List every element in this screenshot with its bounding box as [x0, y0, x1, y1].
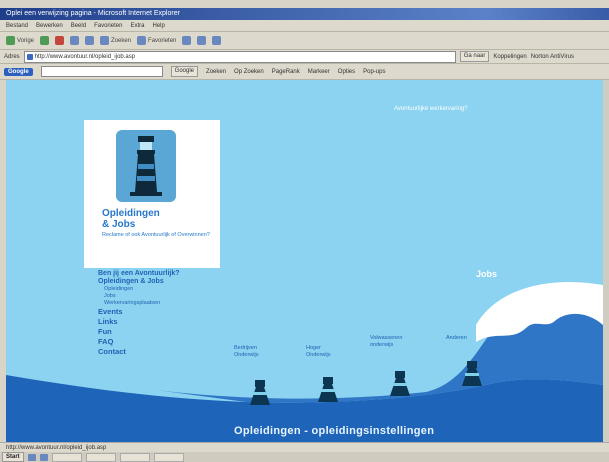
history-icon	[182, 36, 192, 45]
menu-item-file[interactable]: Bestand	[6, 23, 28, 29]
nav-item-events[interactable]: Events	[98, 307, 180, 317]
harbor-link-volwassenen[interactable]: Volwassenen onderwijs	[370, 335, 418, 349]
search-label: Zoeken	[111, 37, 132, 44]
footer-title: Opleidingen - opleidingsinstellingen	[234, 425, 435, 437]
status-bar: http://www.avontuur.nl/opleid_ijob.asp	[0, 442, 609, 452]
logo-title-line2: & Jobs	[102, 219, 136, 230]
jobs-link[interactable]: Jobs	[476, 269, 497, 279]
antivirus-label[interactable]: Norton AntiVirus	[531, 54, 574, 60]
history-button[interactable]	[182, 36, 192, 45]
menu-item-favorites[interactable]: Favorieten	[94, 23, 122, 29]
google-toolbar: Google Google Zoeken Op Zoeken PageRank …	[0, 64, 609, 80]
lighthouse-icon	[130, 136, 162, 196]
google-search-input[interactable]	[40, 66, 163, 77]
top-link[interactable]: Avontuurlijke werkervaring?	[394, 106, 468, 112]
google-logo: Google	[4, 67, 33, 76]
taskbar-window-item[interactable]	[51, 452, 82, 462]
site-navigation: Ben jij een Avontuurlijk? Opleidingen & …	[98, 270, 180, 357]
back-arrow-icon	[6, 36, 15, 45]
address-input[interactable]: http://www.avontuur.nl/opleid_ijob.asp	[23, 50, 456, 63]
quicklaunch-icon[interactable]	[39, 453, 48, 461]
favorites-label: Favorieten	[148, 37, 177, 44]
buoy-icon	[250, 380, 270, 405]
forward-button[interactable]	[40, 36, 50, 45]
vertical-scrollbar[interactable]	[603, 80, 609, 442]
refresh-icon	[70, 36, 80, 45]
toolbar-link-search[interactable]: Zoeken	[206, 69, 226, 75]
menu-item-help[interactable]: Help	[152, 23, 164, 29]
logo-title: Opleidingen & Jobs	[102, 208, 160, 230]
toolbar-link-site-search[interactable]: Op Zoeken	[234, 69, 264, 75]
buoy-icon	[390, 371, 410, 396]
go-button[interactable]: Ga naar	[459, 51, 490, 62]
mail-icon	[197, 36, 207, 45]
home-icon	[85, 36, 95, 45]
search-icon	[100, 36, 110, 45]
nav-item-links[interactable]: Links	[98, 317, 180, 327]
forward-arrow-icon	[40, 36, 50, 45]
links-label[interactable]: Koppelingen	[493, 54, 526, 60]
web-page-content: Avontuurlijke werkervaring? Opleidingen …	[6, 80, 603, 442]
buoy-icon	[318, 377, 338, 402]
status-text: http://www.avontuur.nl/opleid_ijob.asp	[6, 445, 107, 451]
google-search-button[interactable]: Google	[170, 66, 199, 77]
stop-icon	[55, 36, 65, 45]
favorites-button[interactable]: Favorieten	[137, 36, 176, 45]
stop-button[interactable]	[55, 36, 65, 45]
menu-item-view[interactable]: Beeld	[71, 23, 86, 29]
menu-item-edit[interactable]: Bewerken	[36, 23, 63, 29]
nav-sub-jobs[interactable]: Jobs	[98, 293, 180, 300]
logo-subtitle: Reclame of ook Avontuurlijk of Overwinne…	[102, 232, 210, 238]
nav-item-fun[interactable]: Fun	[98, 327, 180, 337]
toolbar-link-highlight[interactable]: Markeer	[308, 69, 330, 75]
search-button[interactable]: Zoeken	[100, 36, 131, 45]
nav-sub-opleidingen[interactable]: Opleidingen	[98, 286, 180, 293]
star-icon	[137, 36, 147, 45]
nav-item-adventurer[interactable]: Ben jij een Avontuurlijk?	[98, 270, 180, 278]
taskbar-window-item[interactable]	[153, 452, 184, 462]
taskbar-window-item[interactable]	[85, 452, 116, 462]
print-icon	[212, 36, 222, 45]
browser-toolbar: Vorige Zoeken Favorieten	[0, 32, 609, 50]
home-button[interactable]	[85, 36, 95, 45]
taskbar: Start	[0, 452, 609, 462]
address-label: Adres	[4, 53, 20, 60]
harbor-link-anderen[interactable]: Anderen	[446, 335, 486, 342]
refresh-button[interactable]	[70, 36, 80, 45]
nav-sub-werkervaring[interactable]: Werkervaringsplaatsen	[98, 300, 180, 307]
address-bar: Adres http://www.avontuur.nl/opleid_ijob…	[0, 50, 609, 64]
logo-title-line1: Opleidingen	[102, 208, 160, 219]
quicklaunch-icon[interactable]	[27, 453, 36, 461]
start-button[interactable]: Start	[2, 452, 24, 462]
window-title-bar: Oplei een verwijzing pagina - Microsoft …	[0, 8, 609, 20]
nav-item-contact[interactable]: Contact	[98, 347, 180, 357]
mail-button[interactable]	[197, 36, 207, 45]
menu-item-tools[interactable]: Extra	[130, 23, 144, 29]
print-button[interactable]	[212, 36, 222, 45]
back-label: Vorige	[17, 37, 35, 44]
nav-item-faq[interactable]: FAQ	[98, 337, 180, 347]
toolbar-link-pagerank[interactable]: PageRank	[272, 69, 300, 75]
lighthouse-logo	[116, 130, 176, 202]
logo-card: Opleidingen & Jobs Reclame of ook Avontu…	[84, 120, 220, 268]
back-button[interactable]: Vorige	[6, 36, 34, 45]
toolbar-link-options[interactable]: Opties	[338, 69, 355, 75]
window-title: Oplei een verwijzing pagina - Microsoft …	[6, 10, 180, 17]
toolbar-link-popups[interactable]: Pop-ups	[363, 69, 385, 75]
harbor-link-bedrijven[interactable]: Bedrijven Onderwijs	[234, 345, 274, 359]
nav-item-opleidingen-jobs[interactable]: Opleidingen & Jobs	[98, 278, 180, 286]
taskbar-window-item[interactable]	[119, 452, 150, 462]
harbor-link-hoger[interactable]: Hoger Onderwijs	[306, 345, 342, 359]
menu-bar: Bestand Bewerken Beeld Favorieten Extra …	[0, 20, 609, 32]
